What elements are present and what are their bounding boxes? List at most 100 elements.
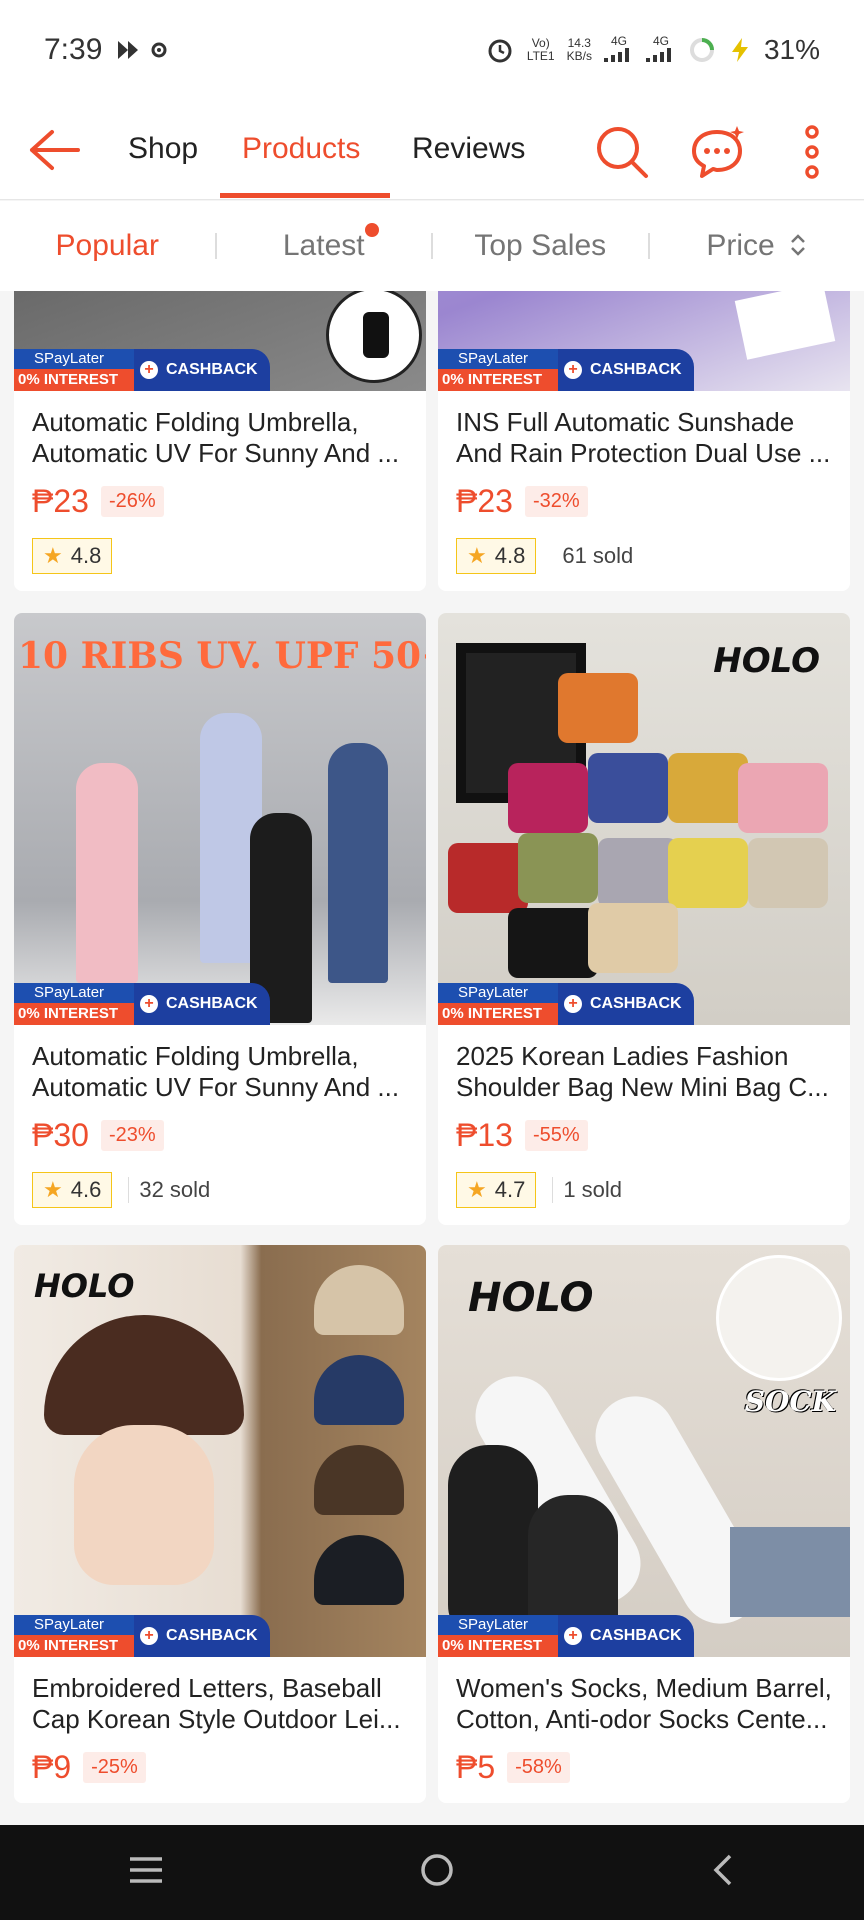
navy-umbrella [328, 743, 388, 983]
promo-banner: SPayLater 0% INTEREST + CASHBACK [14, 349, 426, 391]
home-circle-icon [421, 1854, 453, 1886]
sort-updown-icon [791, 234, 805, 256]
spaylater-tag: SPayLater 0% INTEREST [14, 1615, 134, 1657]
status-bar: 7:39 Vo) LTE1 14.3 KB/s 4G 4G 31% [0, 0, 864, 100]
cashback-tag: + CASHBACK [558, 349, 694, 391]
battery-percent: 31% [763, 34, 820, 65]
cashback-tag: + CASHBACK [134, 983, 270, 1025]
product-title: INS Full Automatic Sunshade And Rain Pro… [456, 407, 831, 468]
sort-filter-bar: Popular Latest Top Sales Price [0, 201, 864, 291]
model-face [74, 1425, 214, 1585]
media-icon [118, 41, 139, 59]
search-icon [597, 127, 648, 178]
bag-olive [518, 833, 598, 903]
bag-red [448, 843, 528, 913]
product-grid: SPayLater 0% INTEREST + CASHBACK Automatic… [0, 291, 864, 1825]
bag-pink [738, 763, 828, 833]
filter-latest-label: Latest [282, 229, 365, 262]
sold-count: 1 sold [552, 1177, 622, 1203]
product-info: 2025 Korean Ladies Fashion Shoulder Bag … [438, 1025, 850, 1225]
active-tab-indicator [220, 193, 390, 198]
promo-banner: SPayLater 0% INTEREST + CASHBACK [14, 1615, 426, 1657]
product-price: ₱5 [456, 1748, 496, 1785]
product-price: ₱23 [456, 482, 513, 519]
interest-label: 0% INTEREST [14, 1003, 134, 1025]
product-title: 2025 Korean Ladies Fashion Shoulder Bag … [456, 1041, 829, 1102]
filter-latest[interactable]: Latest [217, 223, 432, 263]
rating-value: 4.6 [70, 1177, 102, 1202]
cashback-label: CASHBACK [590, 1627, 682, 1644]
spaylater-tag: SPayLater 0% INTEREST [438, 983, 558, 1025]
interest-label: 0% INTEREST [14, 369, 134, 391]
filter-popular[interactable]: Popular [0, 229, 215, 263]
product-title: Automatic Folding Umbrella, Automatic UV… [32, 1041, 400, 1102]
rating-badge: ★ 4.7 [456, 1172, 537, 1208]
tab-shop[interactable]: Shop [128, 120, 198, 178]
product-price: ₱9 [32, 1748, 72, 1785]
product-image: 10 RIBS UV. UPF 50+ SPayLater 0% INTEREST… [14, 613, 426, 1025]
plus-icon: + [140, 1627, 158, 1645]
product-price: ₱30 [32, 1116, 89, 1153]
product-card[interactable]: 10 RIBS UV. UPF 50+ SPayLater 0% INTEREST… [14, 613, 426, 1225]
cap-beige [314, 1265, 404, 1335]
settings-icon [151, 42, 167, 58]
filter-top-sales[interactable]: Top Sales [433, 229, 648, 263]
star-icon: ★ [43, 1177, 63, 1202]
brand-logo-text: HOLO [468, 1275, 594, 1321]
back-button[interactable] [24, 122, 84, 178]
filter-popular-label: Popular [55, 229, 159, 262]
top-nav: Shop Products Reviews [0, 100, 864, 200]
discount-badge: -32% [524, 485, 588, 517]
new-dot-badge [364, 223, 379, 237]
cashback-label: CASHBACK [166, 361, 258, 378]
product-image: HOLO SOCK SPayLater 0% INTEREST + CASHBACK [438, 1245, 850, 1657]
cap-worn [44, 1315, 244, 1435]
jeans [730, 1527, 850, 1617]
cashback-tag: + CASHBACK [134, 349, 270, 391]
product-card[interactable]: SPayLater 0% INTEREST + CASHBACK Automatic… [14, 291, 426, 591]
discount-badge: -55% [524, 1119, 588, 1151]
price-row: ₱30 -23% [32, 1115, 408, 1155]
product-info: Automatic Folding Umbrella, Automatic UV… [14, 1025, 426, 1225]
tab-reviews[interactable]: Reviews [412, 120, 525, 178]
filter-price[interactable]: Price [650, 229, 864, 263]
system-navigation-bar [0, 1825, 864, 1920]
tab-products[interactable]: Products [242, 120, 360, 178]
search-button[interactable] [592, 122, 652, 182]
signal-1: 4G [603, 35, 634, 65]
chat-button[interactable] [688, 122, 748, 182]
product-title: Automatic Folding Umbrella, Automatic UV… [32, 407, 400, 468]
recents-button[interactable] [128, 1855, 164, 1890]
product-image: SPayLater 0% INTEREST + CASHBACK [438, 291, 850, 391]
brand-logo-text: HOLO [713, 641, 820, 681]
cap-brown [314, 1445, 404, 1515]
more-options-button[interactable] [782, 122, 842, 182]
cashback-tag: + CASHBACK [558, 983, 694, 1025]
status-notification-icons [116, 39, 170, 61]
bag-grey [598, 838, 678, 908]
home-button[interactable] [420, 1853, 454, 1892]
star-icon: ★ [43, 543, 63, 568]
product-card[interactable]: HOLO SPayLater 0% INTEREST + CASHBACK 2025… [438, 613, 850, 1225]
spaylater-label: SPayLater [14, 983, 134, 1003]
system-back-button[interactable] [710, 1853, 736, 1892]
bag-blue [588, 753, 668, 823]
plus-icon: + [564, 361, 582, 379]
cap-navy [314, 1355, 404, 1425]
product-image: SPayLater 0% INTEREST + CASHBACK [14, 291, 426, 391]
cashback-tag: + CASHBACK [134, 1615, 270, 1657]
plus-icon: + [564, 995, 582, 1013]
rating-value: 4.8 [70, 543, 102, 568]
signal-bars-icon [603, 48, 629, 62]
bag-orange [558, 673, 638, 743]
cashback-label: CASHBACK [590, 361, 682, 378]
menu-lines-icon [130, 1857, 162, 1883]
discount-badge: -25% [83, 1751, 146, 1783]
bag-beige [748, 838, 828, 908]
product-card[interactable]: HOLO SOCK SPayLater 0% INTEREST + CASHBACK… [438, 1245, 850, 1803]
promo-banner: SPayLater 0% INTEREST + CASHBACK [438, 1615, 850, 1657]
product-card[interactable]: SPayLater 0% INTEREST + CASHBACK INS Full … [438, 291, 850, 591]
rating-value: 4.7 [494, 1177, 526, 1202]
product-card[interactable]: HOLO SPayLater 0% INTEREST + CASHBACK Embr… [14, 1245, 426, 1803]
spaylater-label: SPayLater [14, 1615, 134, 1635]
